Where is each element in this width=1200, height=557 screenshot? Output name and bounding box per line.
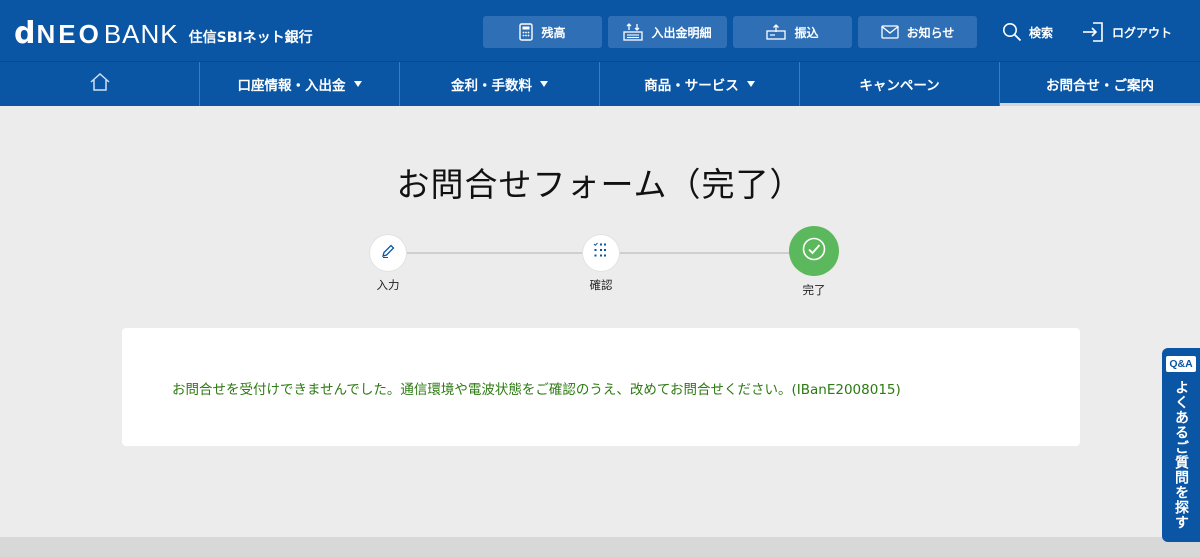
logo-neo: NEO xyxy=(36,18,102,49)
transfer-button[interactable]: 振込 xyxy=(733,16,852,48)
nav-campaign-label: キャンペーン xyxy=(859,78,940,94)
calculator-icon xyxy=(519,23,534,41)
progress-steps: 入力 確認 完了 xyxy=(370,226,840,306)
qa-badge: Q&A xyxy=(1166,356,1196,372)
main-nav: 口座情報・入出金 金利・手数料 商品・サービス キャンペーン お問合せ・ご案内 xyxy=(0,62,1200,106)
step-complete: 完了 xyxy=(789,226,839,298)
logout-icon xyxy=(1081,21,1105,43)
balance-label: 残高 xyxy=(541,25,566,40)
transaction-history-button[interactable]: 入出金明細 xyxy=(608,16,727,48)
error-message: お問合せを受付けできませんでした。通信環境や電波状態をご確認のうえ、改めてお問合… xyxy=(172,382,901,398)
nav-inquiry[interactable]: お問合せ・ご案内 xyxy=(1000,62,1200,106)
step-confirm-circle xyxy=(583,235,619,271)
transfer-list-icon xyxy=(623,23,644,41)
nav-campaign[interactable]: キャンペーン xyxy=(800,62,1000,106)
notices-button[interactable]: お知らせ xyxy=(858,16,977,48)
transaction-history-label: 入出金明細 xyxy=(651,25,712,40)
nav-account-info-label: 口座情報・入出金 xyxy=(237,78,346,94)
nav-products-services-label: 商品・サービス xyxy=(644,78,739,94)
transfer-icon xyxy=(766,24,787,40)
caret-down-icon xyxy=(746,81,755,87)
logout-button[interactable]: ログアウト xyxy=(1081,16,1172,48)
top-bar: d NEO BANK 住信SBIネット銀行 残高 入出金明細 振込 お知らせ 検… xyxy=(0,0,1200,62)
search-label: 検索 xyxy=(1029,25,1054,40)
transfer-label: 振込 xyxy=(794,25,819,40)
logo-d: d xyxy=(14,16,36,51)
nav-products-services[interactable]: 商品・サービス xyxy=(600,62,800,106)
step-input-circle xyxy=(370,235,406,271)
pencil-icon xyxy=(380,243,396,263)
result-card: お問合せを受付けできませんでした。通信環境や電波状態をご確認のうえ、改めてお問合… xyxy=(122,328,1080,446)
logout-label: ログアウト xyxy=(1112,25,1173,40)
mail-icon xyxy=(880,25,899,39)
step-confirm: 確認 xyxy=(583,235,619,293)
search-button[interactable]: 検索 xyxy=(1002,16,1053,48)
nav-inquiry-label: お問合せ・ご案内 xyxy=(1046,78,1154,94)
faq-tab-label: よくあるご質問を探す xyxy=(1173,380,1189,530)
step-input: 入力 xyxy=(370,235,406,293)
caret-down-icon xyxy=(540,81,548,87)
nav-rates-fees[interactable]: 金利・手数料 xyxy=(400,62,600,106)
step-complete-label: 完了 xyxy=(802,283,826,297)
page-title: お問合せフォーム（完了） xyxy=(396,165,804,204)
step-complete-circle xyxy=(789,226,839,276)
step-input-label: 入力 xyxy=(376,278,400,292)
bank-logo[interactable]: d NEO BANK 住信SBIネット銀行 xyxy=(14,18,313,50)
nav-account-info[interactable]: 口座情報・入出金 xyxy=(200,62,400,106)
balance-button[interactable]: 残高 xyxy=(483,16,602,48)
home-icon xyxy=(89,72,111,96)
notices-label: お知らせ xyxy=(906,25,955,40)
search-icon xyxy=(1002,22,1022,42)
checklist-icon xyxy=(592,242,610,264)
footer-strip xyxy=(0,537,1200,557)
faq-side-tab[interactable]: Q&A よくあるご質問を探す xyxy=(1162,348,1200,542)
check-circle-icon xyxy=(801,236,827,266)
logo-subtitle: 住信SBIネット銀行 xyxy=(188,30,313,46)
nav-home[interactable] xyxy=(0,62,200,106)
step-confirm-label: 確認 xyxy=(589,278,613,292)
logo-bank: BANK xyxy=(103,18,179,49)
nav-rates-fees-label: 金利・手数料 xyxy=(451,78,532,94)
caret-down-icon xyxy=(353,81,362,87)
